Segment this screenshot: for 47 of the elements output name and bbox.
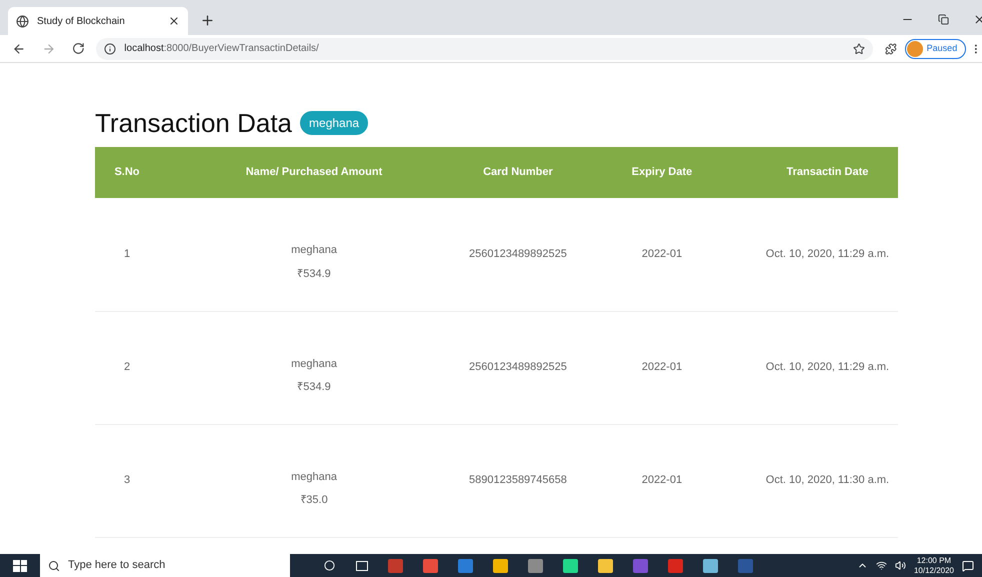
new-tab-icon[interactable] — [200, 13, 215, 28]
table-cell: 2560123489892525 — [469, 248, 567, 260]
avatar-icon — [906, 40, 923, 56]
amount: ₹534.9 — [297, 380, 331, 395]
tab-title: Study of Blockchain — [37, 14, 126, 28]
table-cell: 2 — [124, 361, 130, 374]
notifications-icon[interactable] — [962, 560, 974, 572]
user-badge: meghana — [300, 111, 368, 135]
table-cell: 5890123589745658 — [469, 474, 567, 486]
volume-icon[interactable] — [894, 560, 906, 571]
url-text: localhost:8000/BuyerViewTransactinDetails/ — [124, 42, 320, 56]
column-header: Name/ Purchased Amount — [159, 147, 469, 198]
clock[interactable]: 12:00 PM 10/12/2020 — [914, 556, 954, 576]
buyer-name: meghana — [291, 470, 337, 484]
amount: ₹534.9 — [297, 266, 331, 282]
table-cell: 2022-01 — [642, 474, 682, 486]
network-icon[interactable] — [876, 560, 887, 571]
address-bar[interactable]: localhost:8000/BuyerViewTransactinDetails/ — [96, 38, 873, 60]
column-header: S.No — [95, 147, 159, 198]
amount: ₹35.0 — [300, 493, 328, 508]
search-icon — [48, 560, 60, 572]
browser-tab[interactable]: Study of Blockchain — [8, 7, 188, 35]
table-cell: Oct. 10, 2020, 11:30 a.m. — [766, 474, 890, 486]
start-icon[interactable] — [13, 560, 27, 572]
column-header: Transactin Date — [756, 147, 898, 198]
star-icon[interactable] — [852, 42, 865, 54]
close-icon[interactable] — [168, 15, 180, 27]
column-header: Card Number — [469, 147, 567, 198]
table-cell: 2022-01 — [642, 361, 682, 374]
column-header: Expiry Date — [566, 147, 757, 198]
table-cell: Oct. 10, 2020, 11:29 a.m. — [766, 361, 890, 374]
search-field[interactable]: Type here to search — [40, 554, 290, 577]
table-cell: 1 — [124, 248, 130, 260]
table-cell: Oct. 10, 2020, 11:29 a.m. — [766, 248, 890, 260]
info-icon — [104, 42, 116, 54]
reload-icon[interactable] — [72, 42, 84, 55]
restore-icon[interactable] — [938, 14, 949, 25]
buyer-name: meghana — [291, 356, 337, 372]
profile-button[interactable]: Paused — [904, 38, 966, 58]
buyer-name: meghana — [291, 243, 337, 258]
globe-icon — [16, 14, 29, 28]
table-cell: 3 — [124, 474, 130, 486]
page-title: Transaction Data — [95, 107, 292, 139]
table-cell: 2560123489892525 — [469, 361, 567, 374]
table-cell: 2022-01 — [642, 248, 682, 260]
extensions-icon[interactable] — [884, 42, 897, 54]
back-icon[interactable] — [12, 42, 26, 56]
